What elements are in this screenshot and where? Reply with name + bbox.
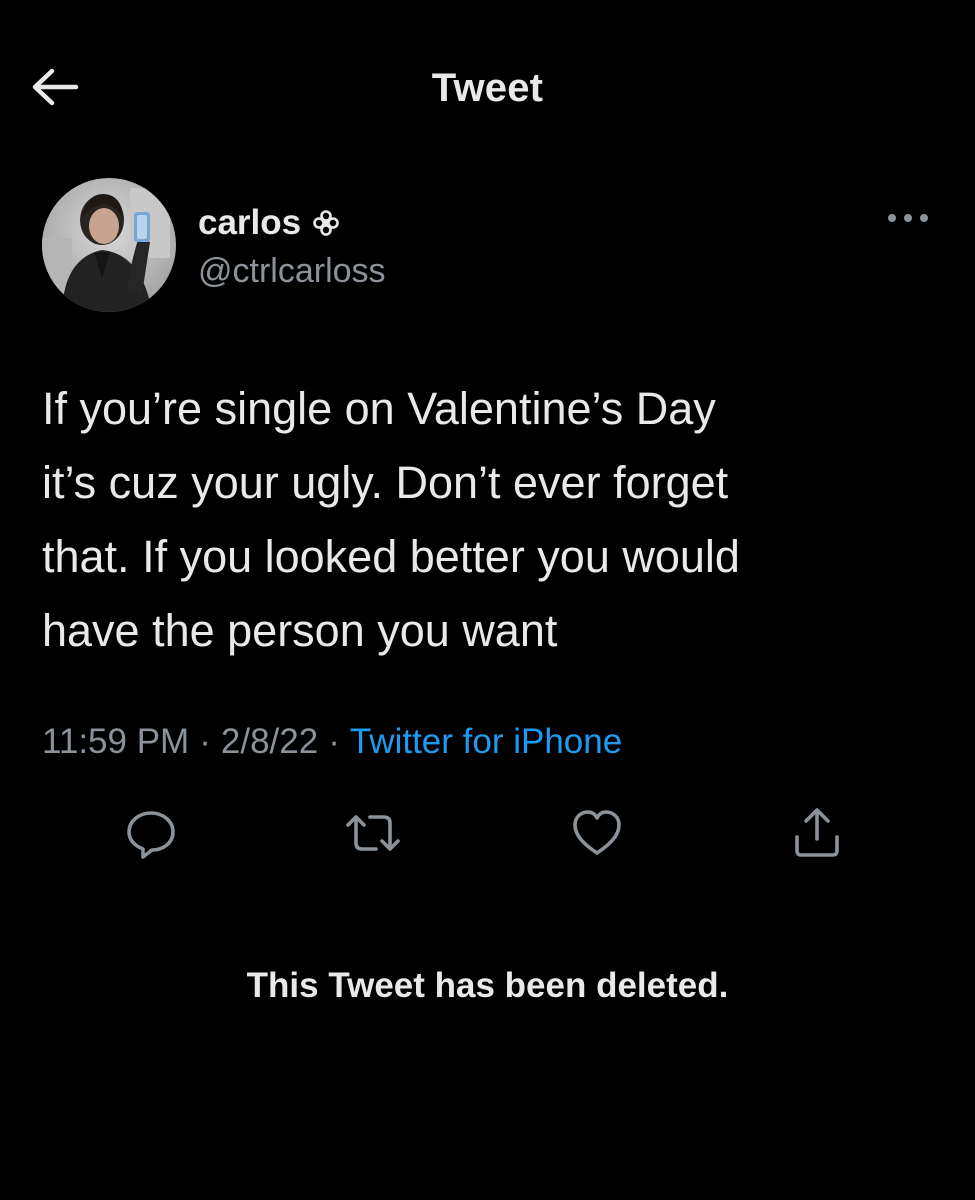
display-name: carlos: [198, 203, 302, 242]
separator: ·: [328, 722, 340, 761]
separator: ·: [199, 722, 211, 761]
user-handle[interactable]: @ctrlcarloss: [198, 252, 386, 291]
more-dots-icon: [884, 211, 932, 229]
tweet-author: carlos @ctrlcarloss: [42, 178, 942, 313]
tweet-text: If you’re single on Valentine’s Day it’s…: [42, 383, 740, 656]
tweet-metadata: 11:59 PM · 2/8/22 · Twitter for iPhone: [42, 722, 622, 762]
share-icon: [789, 805, 845, 866]
retweet-button[interactable]: [343, 805, 403, 865]
like-button[interactable]: [567, 805, 627, 865]
share-button[interactable]: [787, 805, 847, 865]
tweet-date: 2/8/22: [220, 722, 319, 761]
reply-button[interactable]: [121, 805, 181, 865]
retweet-icon: [342, 805, 404, 866]
deleted-tweet-notice: This Tweet has been deleted.: [246, 966, 729, 1005]
tweet-source-link[interactable]: Twitter for iPhone: [350, 722, 622, 761]
action-bar: [0, 805, 975, 875]
page-title: Tweet: [431, 66, 544, 110]
avatar[interactable]: [42, 178, 176, 312]
tweet-time: 11:59 PM: [42, 722, 190, 761]
heart-icon: [569, 805, 625, 866]
display-name-row[interactable]: carlos: [198, 203, 339, 243]
top-bar: Tweet: [0, 0, 975, 170]
more-options-button[interactable]: [880, 208, 936, 232]
flower-icon: [313, 210, 339, 236]
reply-icon: [123, 805, 179, 866]
